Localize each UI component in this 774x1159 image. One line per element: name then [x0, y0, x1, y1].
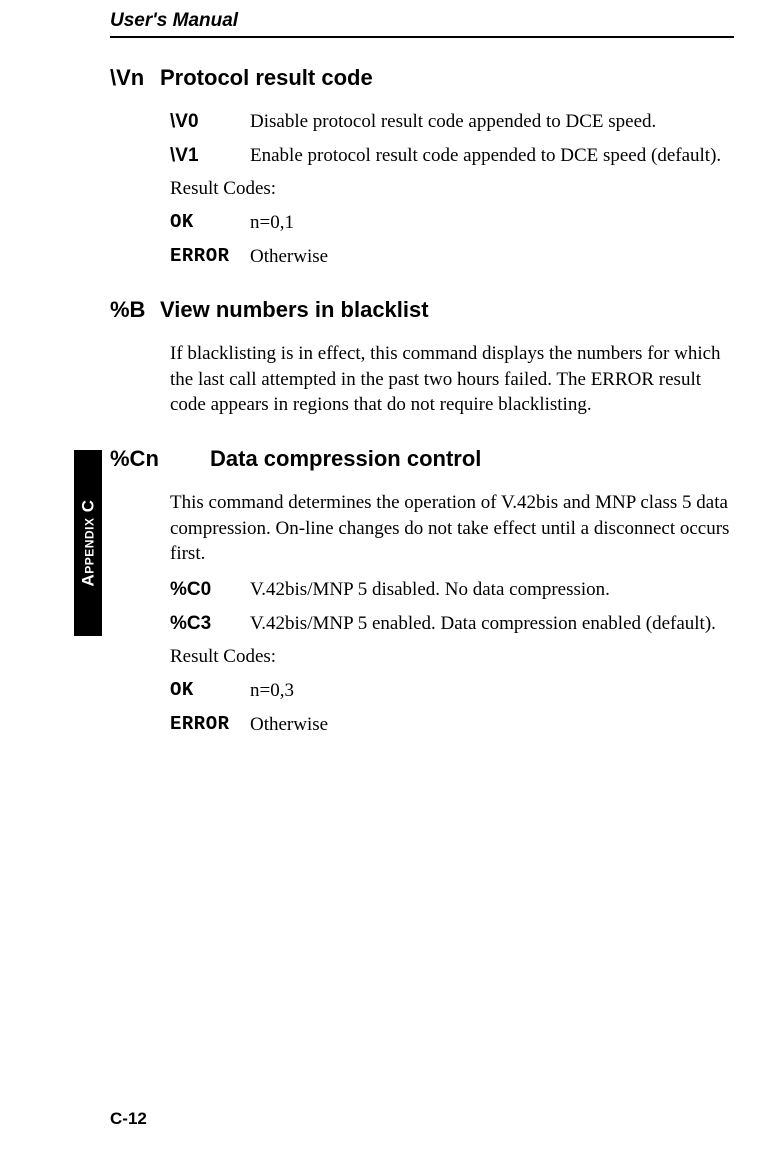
section-cn: %Cn Data compression control This comman…	[110, 446, 734, 737]
param-desc: Enable protocol result code appended to …	[250, 143, 721, 169]
heading-title: Data compression control	[210, 446, 481, 472]
result-desc: Otherwise	[250, 244, 328, 270]
param-row: \V0 Disable protocol result code appende…	[170, 109, 734, 135]
param-desc: V.42bis/MNP 5 enabled. Data compression …	[250, 611, 716, 637]
body-paragraph: If blacklisting is in effect, this comma…	[170, 341, 734, 418]
section-heading: \Vn Protocol result code	[110, 65, 734, 91]
appendix-tab: APPENDIX C	[74, 450, 102, 636]
page: User's Manual APPENDIX C \Vn Protocol re…	[0, 0, 774, 1159]
section-body: This command determines the operation of…	[110, 490, 734, 737]
param-code: \V0	[170, 109, 250, 135]
body-paragraph: This command determines the operation of…	[170, 490, 734, 567]
param-row: %C0 V.42bis/MNP 5 disabled. No data comp…	[170, 577, 734, 603]
section-body: If blacklisting is in effect, this comma…	[110, 341, 734, 418]
param-code: %C3	[170, 611, 250, 637]
heading-title: View numbers in blacklist	[160, 297, 429, 323]
param-row: \V1 Enable protocol result code appended…	[170, 143, 734, 169]
heading-cmd: \Vn	[110, 65, 160, 91]
result-codes-label: Result Codes:	[170, 644, 734, 670]
result-codes-label: Result Codes:	[170, 176, 734, 202]
result-row: ERROR Otherwise	[170, 712, 734, 738]
result-desc: Otherwise	[250, 712, 328, 738]
param-code: %C0	[170, 577, 250, 603]
result-desc: n=0,3	[250, 678, 294, 704]
heading-cmd: %Cn	[110, 446, 210, 472]
result-code: ERROR	[170, 712, 250, 738]
content-area: \Vn Protocol result code \V0 Disable pro…	[110, 65, 734, 765]
section-b: %B View numbers in blacklist If blacklis…	[110, 297, 734, 418]
section-body: \V0 Disable protocol result code appende…	[110, 109, 734, 269]
page-header: User's Manual	[110, 10, 734, 38]
result-row: OK n=0,3	[170, 678, 734, 704]
result-desc: n=0,1	[250, 210, 294, 236]
result-code: OK	[170, 210, 250, 236]
header-title: User's Manual	[110, 10, 734, 32]
param-desc: V.42bis/MNP 5 disabled. No data compress…	[250, 577, 610, 603]
param-desc: Disable protocol result code appended to…	[250, 109, 656, 135]
page-number: C-12	[110, 1109, 147, 1129]
result-row: OK n=0,1	[170, 210, 734, 236]
result-row: ERROR Otherwise	[170, 244, 734, 270]
section-vn: \Vn Protocol result code \V0 Disable pro…	[110, 65, 734, 269]
heading-cmd: %B	[110, 297, 160, 323]
param-row: %C3 V.42bis/MNP 5 enabled. Data compress…	[170, 611, 734, 637]
section-heading: %B View numbers in blacklist	[110, 297, 734, 323]
result-code: ERROR	[170, 244, 250, 270]
result-code: OK	[170, 678, 250, 704]
heading-title: Protocol result code	[160, 65, 373, 91]
appendix-tab-text: APPENDIX C	[78, 500, 98, 587]
section-heading: %Cn Data compression control	[110, 446, 734, 472]
param-code: \V1	[170, 143, 250, 169]
